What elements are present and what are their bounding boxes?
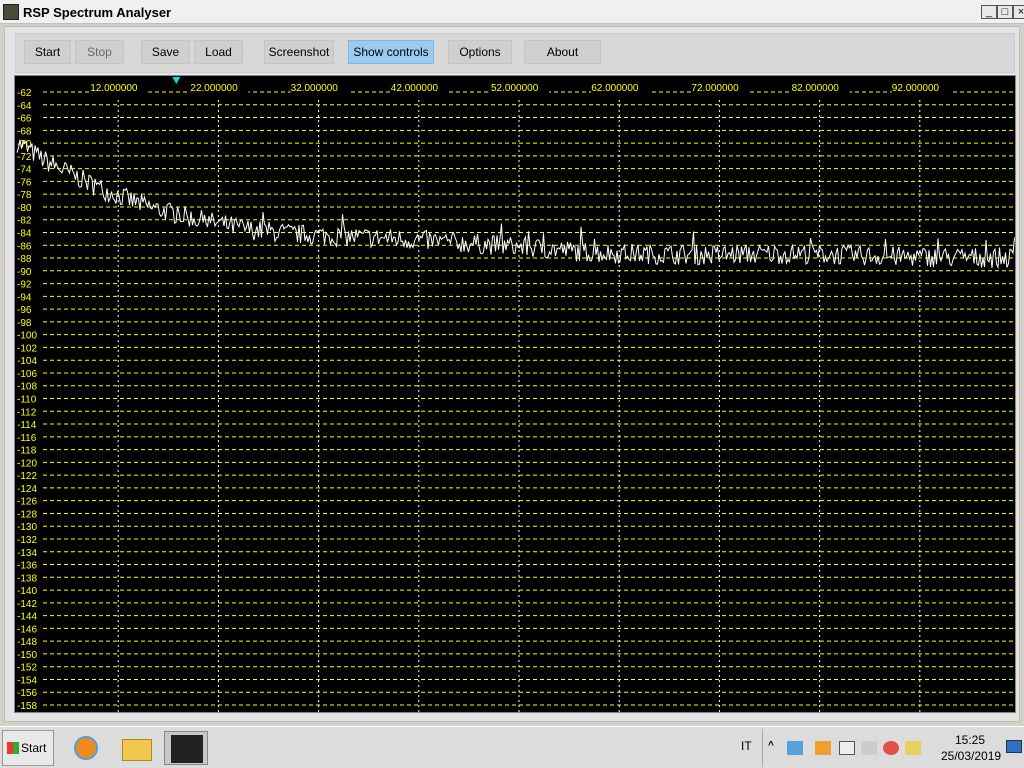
x-tick-label: 92.000000 <box>892 83 940 94</box>
y-tick-label: -130 <box>17 522 37 533</box>
system-tray: ^ 15:25 25/03/2019 <box>762 729 1024 767</box>
y-tick-label: -66 <box>17 114 32 125</box>
y-tick-label: -158 <box>17 701 37 712</box>
y-tick-label: -122 <box>17 471 37 482</box>
y-tick-label: -62 <box>17 88 32 99</box>
y-tick-label: -132 <box>17 535 37 546</box>
y-tick-label: -64 <box>17 101 32 112</box>
y-tick-label: -126 <box>17 497 37 508</box>
y-tick-label: -92 <box>17 280 32 291</box>
y-tick-label: -116 <box>17 433 37 444</box>
y-tick-label: -136 <box>17 561 37 572</box>
spectrum-trace <box>16 139 1015 269</box>
x-tick-label: 12.000000 <box>90 83 138 94</box>
app-icon <box>3 4 19 20</box>
volume-icon[interactable] <box>861 741 877 755</box>
action-center-icon[interactable] <box>883 741 899 755</box>
title-bar: RSP Spectrum Analyser _ □ × <box>0 0 1024 24</box>
y-tick-label: -104 <box>17 356 37 367</box>
about-button[interactable]: About <box>524 40 601 64</box>
y-tick-label: -146 <box>17 624 37 635</box>
clock-date[interactable]: 25/03/2019 <box>941 749 1001 763</box>
y-tick-label: -152 <box>17 663 37 674</box>
media-player-icon[interactable] <box>64 731 108 765</box>
y-tick-label: -96 <box>17 305 32 316</box>
y-tick-label: -94 <box>17 292 32 303</box>
x-tick-label: 22.000000 <box>190 83 238 94</box>
y-tick-label: -78 <box>17 190 32 201</box>
y-tick-label: -88 <box>17 254 32 265</box>
y-tick-label: -106 <box>17 369 37 380</box>
y-tick-label: -74 <box>17 165 32 176</box>
spectrum-chart: -62-64-66-68-70-72-74-76-78-80-82-84-86-… <box>16 77 1015 713</box>
language-indicator[interactable]: IT <box>741 739 752 753</box>
y-tick-label: -100 <box>17 331 37 342</box>
y-tick-label: -112 <box>17 407 37 418</box>
toolbar: Start Stop Save Load Screenshot Show con… <box>15 33 1015 73</box>
window-title: RSP Spectrum Analyser <box>23 5 172 20</box>
save-button[interactable]: Save <box>141 40 190 64</box>
show-controls-button[interactable]: Show controls <box>348 40 434 64</box>
y-tick-label: -98 <box>17 318 32 329</box>
y-tick-label: -128 <box>17 509 37 520</box>
x-tick-label: 72.000000 <box>691 83 739 94</box>
y-tick-label: -140 <box>17 586 37 597</box>
y-tick-label: -156 <box>17 688 37 699</box>
y-tick-label: -86 <box>17 241 32 252</box>
y-tick-label: -150 <box>17 650 37 661</box>
y-tick-label: -108 <box>17 382 37 393</box>
start-button[interactable]: Start <box>24 40 71 64</box>
x-tick-label: 82.000000 <box>792 83 840 94</box>
y-tick-label: -68 <box>17 126 32 137</box>
minimize-button[interactable]: _ <box>981 5 997 19</box>
y-tick-label: -72 <box>17 152 32 163</box>
maximize-button[interactable]: □ <box>997 5 1013 19</box>
y-tick-label: -76 <box>17 177 32 188</box>
windows-logo-icon <box>7 742 19 754</box>
y-tick-label: -148 <box>17 637 37 648</box>
show-hidden-icons-icon[interactable]: ^ <box>768 740 774 751</box>
spectrum-analyser-taskbar-icon[interactable] <box>164 731 208 765</box>
x-tick-label: 42.000000 <box>391 83 439 94</box>
y-tick-label: -144 <box>17 612 37 623</box>
y-tick-label: -142 <box>17 599 37 610</box>
y-tick-label: -124 <box>17 484 37 495</box>
start-label: Start <box>21 741 47 755</box>
clock-time[interactable]: 15:25 <box>955 733 985 747</box>
y-tick-label: -90 <box>17 267 32 278</box>
y-tick-label: -102 <box>17 343 37 354</box>
x-tick-label: 52.000000 <box>491 83 539 94</box>
x-tick-label: 32.000000 <box>291 83 339 94</box>
x-tick-label: 62.000000 <box>591 83 639 94</box>
y-tick-label: -134 <box>17 548 37 559</box>
y-tick-label: -118 <box>17 446 37 457</box>
y-tick-label: -82 <box>17 216 32 227</box>
frequency-marker <box>172 77 181 84</box>
taskbar: Start IT ^ 15:25 25/03/2019 <box>0 726 1024 768</box>
y-tick-label: -138 <box>17 573 37 584</box>
start-button-taskbar[interactable]: Start <box>2 730 54 766</box>
y-tick-label: -80 <box>17 203 32 214</box>
y-tick-label: -84 <box>17 228 32 239</box>
show-desktop-icon[interactable] <box>1006 740 1022 753</box>
load-button[interactable]: Load <box>194 40 243 64</box>
stop-button[interactable]: Stop <box>75 40 124 64</box>
network-drive-icon[interactable] <box>787 741 803 755</box>
y-tick-label: -114 <box>17 420 37 431</box>
screenshot-button[interactable]: Screenshot <box>264 40 334 64</box>
update-icon[interactable] <box>815 741 831 755</box>
file-explorer-icon[interactable] <box>116 731 160 765</box>
spectrum-plot[interactable]: -62 -64 -66 -68 -70 -72 -74 -76 -78 -80 -82 -84 -86-… <box>14 75 1016 713</box>
close-button[interactable]: × <box>1013 5 1024 19</box>
network-warning-icon[interactable] <box>905 741 921 755</box>
power-icon[interactable] <box>839 741 855 755</box>
options-button[interactable]: Options <box>448 40 512 64</box>
y-tick-label: -110 <box>17 395 37 406</box>
y-tick-label: -154 <box>17 675 37 686</box>
y-tick-label: -120 <box>17 458 37 469</box>
